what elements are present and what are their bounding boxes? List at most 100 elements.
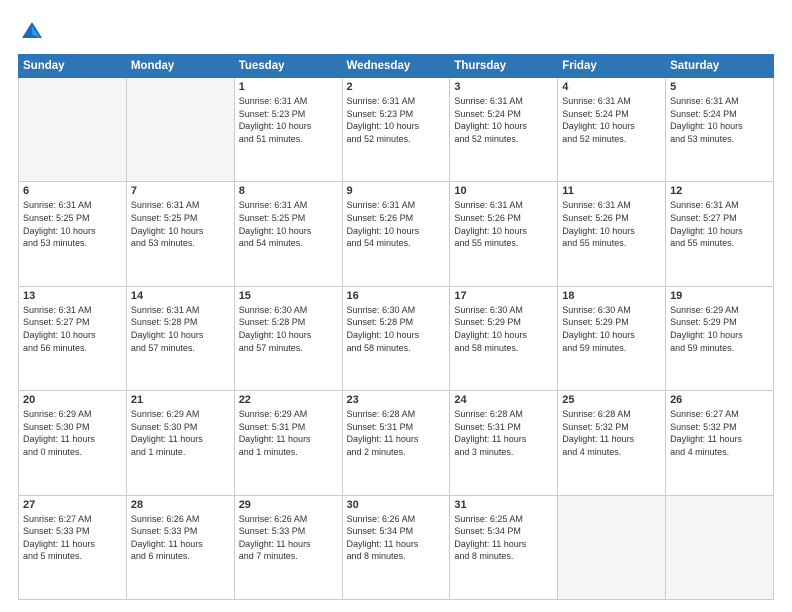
day-number: 21 xyxy=(131,394,230,406)
week-row-1: 1 Sunrise: 6:31 AMSunset: 5:23 PMDaylight… xyxy=(19,78,774,182)
calendar-cell xyxy=(666,495,774,599)
day-info: Sunrise: 6:31 AMSunset: 5:24 PMDaylight:… xyxy=(454,95,553,145)
day-info: Sunrise: 6:31 AMSunset: 5:27 PMDaylight:… xyxy=(670,199,769,249)
calendar-cell: 3 Sunrise: 6:31 AMSunset: 5:24 PMDaylight… xyxy=(450,78,558,182)
day-info: Sunrise: 6:31 AMSunset: 5:23 PMDaylight:… xyxy=(347,95,446,145)
day-info: Sunrise: 6:26 AMSunset: 5:33 PMDaylight:… xyxy=(131,513,230,563)
week-row-2: 6 Sunrise: 6:31 AMSunset: 5:25 PMDaylight… xyxy=(19,182,774,286)
day-number: 5 xyxy=(670,81,769,93)
day-number: 14 xyxy=(131,290,230,302)
day-number: 20 xyxy=(23,394,122,406)
day-number: 7 xyxy=(131,185,230,197)
day-number: 22 xyxy=(239,394,338,406)
week-row-4: 20 Sunrise: 6:29 AMSunset: 5:30 PMDayligh… xyxy=(19,391,774,495)
day-info: Sunrise: 6:31 AMSunset: 5:25 PMDaylight:… xyxy=(239,199,338,249)
calendar-cell: 23 Sunrise: 6:28 AMSunset: 5:31 PMDayligh… xyxy=(342,391,450,495)
day-info: Sunrise: 6:25 AMSunset: 5:34 PMDaylight:… xyxy=(454,513,553,563)
day-number: 15 xyxy=(239,290,338,302)
calendar-cell: 12Sunrise: 6:31 AMSunset: 5:27 PMDayligh… xyxy=(666,182,774,286)
calendar-cell: 5 Sunrise: 6:31 AMSunset: 5:24 PMDaylight… xyxy=(666,78,774,182)
weekday-header-row: SundayMondayTuesdayWednesdayThursdayFrid… xyxy=(19,55,774,78)
calendar-cell: 4 Sunrise: 6:31 AMSunset: 5:24 PMDaylight… xyxy=(558,78,666,182)
calendar-cell: 14Sunrise: 6:31 AMSunset: 5:28 PMDayligh… xyxy=(126,286,234,390)
weekday-header-saturday: Saturday xyxy=(666,55,774,78)
calendar-cell xyxy=(126,78,234,182)
day-number: 29 xyxy=(239,499,338,511)
calendar-cell: 26 Sunrise: 6:27 AMSunset: 5:32 PMDayligh… xyxy=(666,391,774,495)
day-number: 23 xyxy=(347,394,446,406)
calendar-cell: 24 Sunrise: 6:28 AMSunset: 5:31 PMDayligh… xyxy=(450,391,558,495)
weekday-header-thursday: Thursday xyxy=(450,55,558,78)
calendar-cell: 1 Sunrise: 6:31 AMSunset: 5:23 PMDaylight… xyxy=(234,78,342,182)
week-row-5: 27 Sunrise: 6:27 AMSunset: 5:33 PMDayligh… xyxy=(19,495,774,599)
calendar-cell: 17 Sunrise: 6:30 AMSunset: 5:29 PMDayligh… xyxy=(450,286,558,390)
calendar-cell: 20 Sunrise: 6:29 AMSunset: 5:30 PMDayligh… xyxy=(19,391,127,495)
weekday-header-monday: Monday xyxy=(126,55,234,78)
day-number: 25 xyxy=(562,394,661,406)
day-info: Sunrise: 6:27 AMSunset: 5:33 PMDaylight:… xyxy=(23,513,122,563)
calendar-cell: 30 Sunrise: 6:26 AMSunset: 5:34 PMDayligh… xyxy=(342,495,450,599)
day-info: Sunrise: 6:31 AMSunset: 5:26 PMDaylight:… xyxy=(347,199,446,249)
day-info: Sunrise: 6:29 AMSunset: 5:30 PMDaylight:… xyxy=(23,408,122,458)
calendar-table: SundayMondayTuesdayWednesdayThursdayFrid… xyxy=(18,54,774,600)
day-info: Sunrise: 6:28 AMSunset: 5:31 PMDaylight:… xyxy=(454,408,553,458)
calendar-cell: 9Sunrise: 6:31 AMSunset: 5:26 PMDaylight… xyxy=(342,182,450,286)
calendar-cell: 10 Sunrise: 6:31 AMSunset: 5:26 PMDayligh… xyxy=(450,182,558,286)
day-info: Sunrise: 6:31 AMSunset: 5:23 PMDaylight:… xyxy=(239,95,338,145)
day-number: 3 xyxy=(454,81,553,93)
day-number: 6 xyxy=(23,185,122,197)
weekday-header-sunday: Sunday xyxy=(19,55,127,78)
calendar-cell: 7Sunrise: 6:31 AMSunset: 5:25 PMDaylight… xyxy=(126,182,234,286)
calendar-cell: 28 Sunrise: 6:26 AMSunset: 5:33 PMDayligh… xyxy=(126,495,234,599)
day-info: Sunrise: 6:30 AMSunset: 5:29 PMDaylight:… xyxy=(562,304,661,354)
calendar-cell: 27 Sunrise: 6:27 AMSunset: 5:33 PMDayligh… xyxy=(19,495,127,599)
day-info: Sunrise: 6:31 AMSunset: 5:24 PMDaylight:… xyxy=(562,95,661,145)
weekday-header-tuesday: Tuesday xyxy=(234,55,342,78)
header xyxy=(18,18,774,46)
day-info: Sunrise: 6:30 AMSunset: 5:28 PMDaylight:… xyxy=(347,304,446,354)
day-number: 24 xyxy=(454,394,553,406)
day-info: Sunrise: 6:26 AMSunset: 5:33 PMDaylight:… xyxy=(239,513,338,563)
day-number: 31 xyxy=(454,499,553,511)
day-info: Sunrise: 6:28 AMSunset: 5:32 PMDaylight:… xyxy=(562,408,661,458)
day-number: 10 xyxy=(454,185,553,197)
day-number: 11 xyxy=(562,185,661,197)
day-number: 16 xyxy=(347,290,446,302)
logo-icon xyxy=(18,18,46,46)
calendar-cell: 21 Sunrise: 6:29 AMSunset: 5:30 PMDayligh… xyxy=(126,391,234,495)
day-info: Sunrise: 6:31 AMSunset: 5:27 PMDaylight:… xyxy=(23,304,122,354)
calendar-cell: 18Sunrise: 6:30 AMSunset: 5:29 PMDayligh… xyxy=(558,286,666,390)
day-number: 4 xyxy=(562,81,661,93)
day-number: 8 xyxy=(239,185,338,197)
day-info: Sunrise: 6:29 AMSunset: 5:29 PMDaylight:… xyxy=(670,304,769,354)
day-info: Sunrise: 6:26 AMSunset: 5:34 PMDaylight:… xyxy=(347,513,446,563)
day-info: Sunrise: 6:31 AMSunset: 5:24 PMDaylight:… xyxy=(670,95,769,145)
day-number: 17 xyxy=(454,290,553,302)
day-info: Sunrise: 6:31 AMSunset: 5:25 PMDaylight:… xyxy=(23,199,122,249)
day-number: 26 xyxy=(670,394,769,406)
day-info: Sunrise: 6:30 AMSunset: 5:28 PMDaylight:… xyxy=(239,304,338,354)
weekday-header-wednesday: Wednesday xyxy=(342,55,450,78)
day-info: Sunrise: 6:31 AMSunset: 5:26 PMDaylight:… xyxy=(454,199,553,249)
day-number: 28 xyxy=(131,499,230,511)
day-info: Sunrise: 6:27 AMSunset: 5:32 PMDaylight:… xyxy=(670,408,769,458)
day-info: Sunrise: 6:29 AMSunset: 5:30 PMDaylight:… xyxy=(131,408,230,458)
day-number: 1 xyxy=(239,81,338,93)
calendar-cell xyxy=(558,495,666,599)
day-number: 30 xyxy=(347,499,446,511)
day-info: Sunrise: 6:30 AMSunset: 5:29 PMDaylight:… xyxy=(454,304,553,354)
day-number: 27 xyxy=(23,499,122,511)
calendar-cell: 29 Sunrise: 6:26 AMSunset: 5:33 PMDayligh… xyxy=(234,495,342,599)
calendar-cell: 6 Sunrise: 6:31 AMSunset: 5:25 PMDaylight… xyxy=(19,182,127,286)
day-info: Sunrise: 6:31 AMSunset: 5:26 PMDaylight:… xyxy=(562,199,661,249)
weekday-header-friday: Friday xyxy=(558,55,666,78)
calendar-cell: 19 Sunrise: 6:29 AMSunset: 5:29 PMDayligh… xyxy=(666,286,774,390)
calendar-cell xyxy=(19,78,127,182)
day-info: Sunrise: 6:28 AMSunset: 5:31 PMDaylight:… xyxy=(347,408,446,458)
calendar-cell: 22Sunrise: 6:29 AMSunset: 5:31 PMDayligh… xyxy=(234,391,342,495)
calendar-cell: 16 Sunrise: 6:30 AMSunset: 5:28 PMDayligh… xyxy=(342,286,450,390)
calendar-cell: 2Sunrise: 6:31 AMSunset: 5:23 PMDaylight… xyxy=(342,78,450,182)
calendar-cell: 15 Sunrise: 6:30 AMSunset: 5:28 PMDayligh… xyxy=(234,286,342,390)
calendar-cell: 11 Sunrise: 6:31 AMSunset: 5:26 PMDayligh… xyxy=(558,182,666,286)
day-number: 19 xyxy=(670,290,769,302)
